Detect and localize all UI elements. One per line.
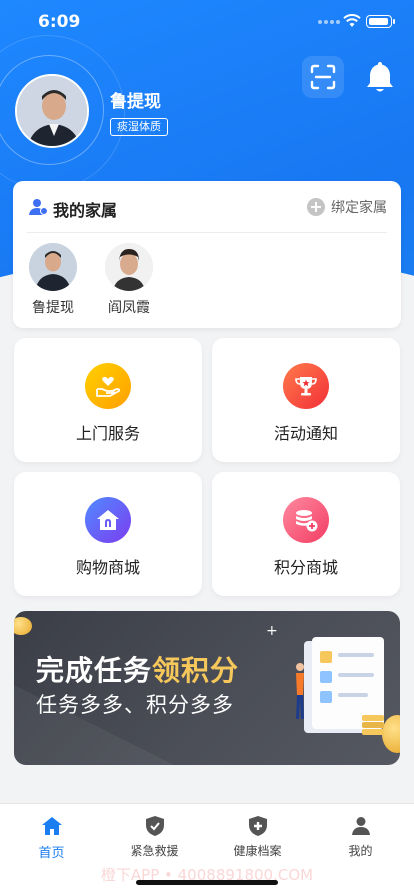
service-tile-activity[interactable]: 活动通知 (212, 338, 400, 462)
battery-icon (366, 15, 395, 28)
service-label: 活动通知 (273, 424, 338, 443)
task-document-illustration: + + (266, 623, 384, 735)
tab-label: 首页 (38, 846, 65, 861)
constitution-badge: 痰湿体质 (110, 118, 168, 136)
bind-family-button[interactable]: + 绑定家属 (307, 197, 387, 217)
family-member[interactable]: 阎凤霞 (99, 243, 159, 317)
scan-icon (310, 64, 336, 90)
scan-button[interactable] (302, 56, 344, 98)
service-label: 积分商城 (273, 558, 338, 577)
banner-subline: 任务多多、积分多多 (36, 693, 234, 717)
member-name: 鲁提现 (32, 300, 74, 316)
task-points-banner[interactable]: 完成任务领积分 任务多多、积分多多 + + (14, 611, 400, 765)
tab-mine[interactable]: 我的 (309, 814, 412, 859)
hand-heart-icon (85, 363, 131, 409)
member-name: 阎凤霞 (108, 300, 150, 316)
tab-label: 健康档案 (233, 844, 282, 858)
home-icon (41, 817, 62, 835)
tab-health-record[interactable]: 健康档案 (206, 814, 309, 859)
signal-icon (318, 20, 340, 24)
coin-icon (14, 617, 32, 635)
bind-family-label: 绑定家属 (331, 200, 387, 216)
service-tile-points-mall[interactable]: 积分商城 (212, 472, 400, 596)
banner-headline: 完成任务领积分 (36, 654, 240, 687)
svg-text:+: + (266, 623, 278, 639)
tab-label: 我的 (348, 844, 373, 858)
family-title: 我的家属 (53, 201, 118, 220)
family-icon (29, 199, 48, 215)
notification-button[interactable] (362, 56, 398, 98)
user-icon (351, 817, 370, 835)
family-member[interactable]: 鲁提现 (23, 243, 83, 317)
trophy-icon (283, 363, 329, 409)
member-avatar (29, 243, 77, 291)
divider (27, 232, 387, 233)
home-indicator (136, 880, 278, 885)
bell-icon (367, 62, 393, 92)
medical-shield-icon (248, 816, 267, 836)
service-tile-shop[interactable]: 购物商城 (14, 472, 202, 596)
plus-icon: + (307, 198, 325, 216)
shop-icon (85, 497, 131, 543)
family-card: 我的家属 + 绑定家属 鲁提现 阎凤霞 (13, 181, 401, 328)
service-label: 上门服务 (75, 424, 140, 443)
status-time: 6:09 (38, 12, 81, 32)
points-coin-icon (283, 497, 329, 543)
status-bar: 6:09 (0, 0, 414, 44)
tab-emergency[interactable]: 紧急救援 (103, 814, 206, 859)
service-tile-home-visit[interactable]: 上门服务 (14, 338, 202, 462)
avatar[interactable] (15, 74, 89, 148)
shield-check-icon (145, 816, 164, 836)
wifi-icon (343, 14, 361, 27)
tab-home[interactable]: 首页 (0, 814, 103, 861)
service-label: 购物商城 (75, 558, 140, 577)
tab-label: 紧急救援 (130, 844, 179, 858)
member-avatar (105, 243, 153, 291)
user-name: 鲁提现 (110, 92, 161, 112)
